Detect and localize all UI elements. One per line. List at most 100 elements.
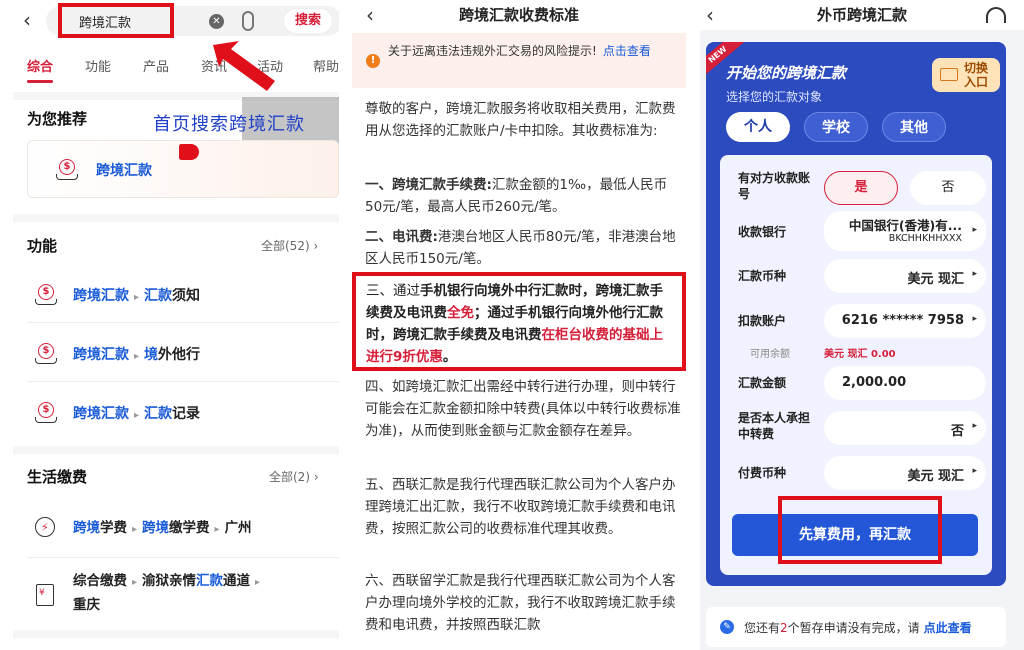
- microphone-icon[interactable]: [242, 11, 254, 31]
- search-button[interactable]: 搜索: [283, 8, 333, 34]
- life-payment-title: 生活缴费: [27, 468, 88, 486]
- function-item-b2: 记录: [172, 406, 201, 422]
- target-personal[interactable]: 个人: [726, 112, 790, 142]
- back-icon[interactable]: ‹: [706, 3, 714, 27]
- debit-account-select[interactable]: 6216 ****** 7958 ▸: [824, 304, 986, 338]
- function-item-b2: 须知: [172, 288, 201, 304]
- life-item-b: 渝狱亲情: [142, 573, 197, 589]
- fee-item-4: 四、如跨境汇款汇出需经中转行进行办理，则中转行可能会在汇款金额扣除中转费(具体以…: [365, 379, 681, 439]
- functions-more-link[interactable]: 全部(52) ›: [261, 237, 318, 254]
- life-more-link[interactable]: 全部(2) ›: [269, 468, 319, 485]
- fee-item-1-label: 一、跨境汇款手续费:: [365, 177, 492, 193]
- fee-item-3-a: 三、通过: [366, 283, 420, 299]
- red-marker-annotation: [179, 144, 199, 160]
- intro-paragraph: 尊敬的客户，跨境汇款服务将收取相关费用，汇款费用从您选择的汇款账户/卡中扣除。其…: [365, 101, 676, 139]
- page-title: 跨境汇款收费标准: [458, 6, 579, 24]
- chevron-right-icon: ▸: [972, 269, 977, 279]
- function-item-b1: 汇款: [144, 406, 173, 422]
- warning-icon: !: [366, 54, 380, 68]
- edit-icon: ✎: [720, 620, 734, 634]
- functions-title: 功能: [27, 237, 58, 255]
- divider: [27, 381, 339, 382]
- fee-item-2: 二、电讯费:港澳台地区人民币80元/笔，非港澳台地区人民币150元/笔。: [365, 226, 681, 270]
- screenshot-root: ‹ 跨境汇款 ✕ 搜索 综合 功能 产品 资讯 活动 帮助 为您推荐 首页搜索跨…: [0, 0, 1024, 650]
- risk-notice-banner[interactable]: ! 关于远离违法违规外汇交易的风险提示! 点击查看: [352, 33, 686, 88]
- function-item[interactable]: $ 跨境汇款 ▸ 境外他行: [27, 331, 339, 381]
- tab-all[interactable]: 综合: [27, 56, 53, 75]
- fee-item-3-f: 。: [442, 349, 457, 365]
- fee-item-1: 一、跨境汇款手续费:汇款金额的1‰，最低人民币50元/笔，最高人民币260元/笔…: [365, 174, 681, 218]
- life-item-a: 跨境: [73, 520, 100, 536]
- card-title: 开始您的跨境汇款: [726, 64, 847, 82]
- life-item-d: 缴学费: [169, 520, 210, 536]
- switch-label-2: 入口: [964, 75, 989, 89]
- target-school[interactable]: 学校: [804, 112, 868, 142]
- pending-link[interactable]: 点此查看: [924, 621, 972, 635]
- intermediary-fee-value: 否: [950, 424, 964, 439]
- pay-currency-select[interactable]: 美元 现汇 ▸: [824, 456, 986, 490]
- clear-icon[interactable]: ✕: [209, 14, 224, 29]
- has-account-yes[interactable]: 是: [824, 171, 898, 205]
- available-balance-label: 可用余额: [750, 349, 790, 360]
- divider: [13, 214, 339, 222]
- customer-service-icon[interactable]: [986, 7, 1006, 23]
- remittance-icon: $: [35, 284, 57, 306]
- bill-icon: ¥: [36, 584, 54, 606]
- life-item-e: 广州: [224, 520, 252, 536]
- divider: [13, 630, 339, 638]
- function-item[interactable]: $ 跨境汇款 ▸ 汇款记录: [27, 390, 339, 440]
- pending-applications-bar: ✎ 您还有2个暂存申请没有完成，请 点此查看: [706, 607, 1006, 647]
- life-item[interactable]: ⚡ 跨境学费 ▸ 跨境缴学费 ▸ 广州: [27, 503, 339, 553]
- intermediary-fee-label: 是否本人承担中转费: [738, 411, 811, 441]
- remittance-icon: $: [56, 159, 78, 181]
- chevron-right-icon: ▸: [972, 421, 977, 431]
- bank-select[interactable]: 中国银行(香港)有... BKCHHKHHXXX ▸: [824, 211, 986, 251]
- has-account-no[interactable]: 否: [910, 171, 986, 205]
- pay-currency-label: 付费币种: [738, 466, 787, 480]
- chevron-right-icon: ▸: [972, 466, 977, 476]
- water-drop-icon: ⚡: [35, 517, 55, 537]
- fee-item-5: 五、西联汇款是我行代理西联汇款公司为个人客户办理跨境汇出汇款，我行不收取跨境汇款…: [365, 477, 676, 537]
- function-item[interactable]: $ 跨境汇款 ▸ 汇款须知: [27, 272, 339, 322]
- back-icon[interactable]: ‹: [23, 8, 31, 32]
- amount-label: 汇款金额: [738, 376, 787, 390]
- target-other[interactable]: 其他: [882, 112, 946, 142]
- life-item-d: 通道: [223, 573, 251, 589]
- fee-item-2-label: 二、电讯费:: [365, 229, 438, 245]
- pending-text-a: 您还有: [744, 621, 781, 635]
- function-item-b2: 外他行: [158, 347, 201, 363]
- bank-label: 收款银行: [738, 225, 787, 239]
- back-icon[interactable]: ‹: [366, 3, 374, 27]
- amount-input[interactable]: 2,000.00: [824, 366, 986, 400]
- function-item-b1: 汇款: [144, 288, 173, 304]
- divider: [13, 446, 339, 454]
- annotation-text: 首页搜索跨境汇款: [153, 114, 305, 135]
- tab-products[interactable]: 产品: [143, 56, 169, 75]
- switch-entry-button[interactable]: 切换 入口: [932, 58, 1000, 92]
- remittance-icon: $: [35, 343, 57, 365]
- tab-help[interactable]: 帮助: [313, 56, 339, 75]
- life-item-b: 学费: [100, 520, 127, 536]
- pay-currency-value: 美元 现汇: [907, 469, 964, 484]
- life-item[interactable]: ¥ 综合缴费 ▸ 渝狱亲情汇款通道 ▸ 重庆: [27, 562, 339, 624]
- chevron-right-icon: ▸: [972, 225, 977, 235]
- currency-select[interactable]: 美元 现汇 ▸: [824, 259, 986, 293]
- pending-count: 2: [780, 621, 788, 635]
- life-item-c: 跨境: [142, 520, 170, 536]
- bank-code: BKCHHKHHXXX: [888, 233, 962, 244]
- remittance-form-screen: 外币跨境汇款 ‹ NEW 开始您的跨境汇款 选择您的汇款对象 切换 入口 个人 …: [700, 0, 1024, 650]
- tab-functions[interactable]: 功能: [85, 56, 111, 75]
- life-item-c: 汇款: [196, 573, 224, 589]
- highlight-box-calc: [778, 496, 942, 564]
- result-tabs: 综合 功能 产品 资讯 活动 帮助: [13, 53, 339, 83]
- highlight-box-search: [58, 3, 174, 38]
- debit-account-label: 扣款账户: [738, 314, 787, 328]
- fee-item-3-c: 全免: [447, 305, 474, 321]
- notice-link[interactable]: 点击查看: [603, 44, 651, 58]
- recommend-item-label: 跨境汇款: [96, 163, 152, 179]
- function-item-b1: 境: [144, 347, 159, 363]
- fee-item-3: 三、通过手机银行向境外中行汇款时，跨境汇款手续费及电讯费全免；通过手机银行向境外…: [366, 280, 676, 368]
- intermediary-fee-select[interactable]: 否 ▸: [824, 411, 986, 445]
- notice-text: 关于远离违法违规外汇交易的风险提示!: [388, 44, 597, 58]
- search-results-screen: ‹ 跨境汇款 ✕ 搜索 综合 功能 产品 资讯 活动 帮助 为您推荐 首页搜索跨…: [13, 0, 339, 650]
